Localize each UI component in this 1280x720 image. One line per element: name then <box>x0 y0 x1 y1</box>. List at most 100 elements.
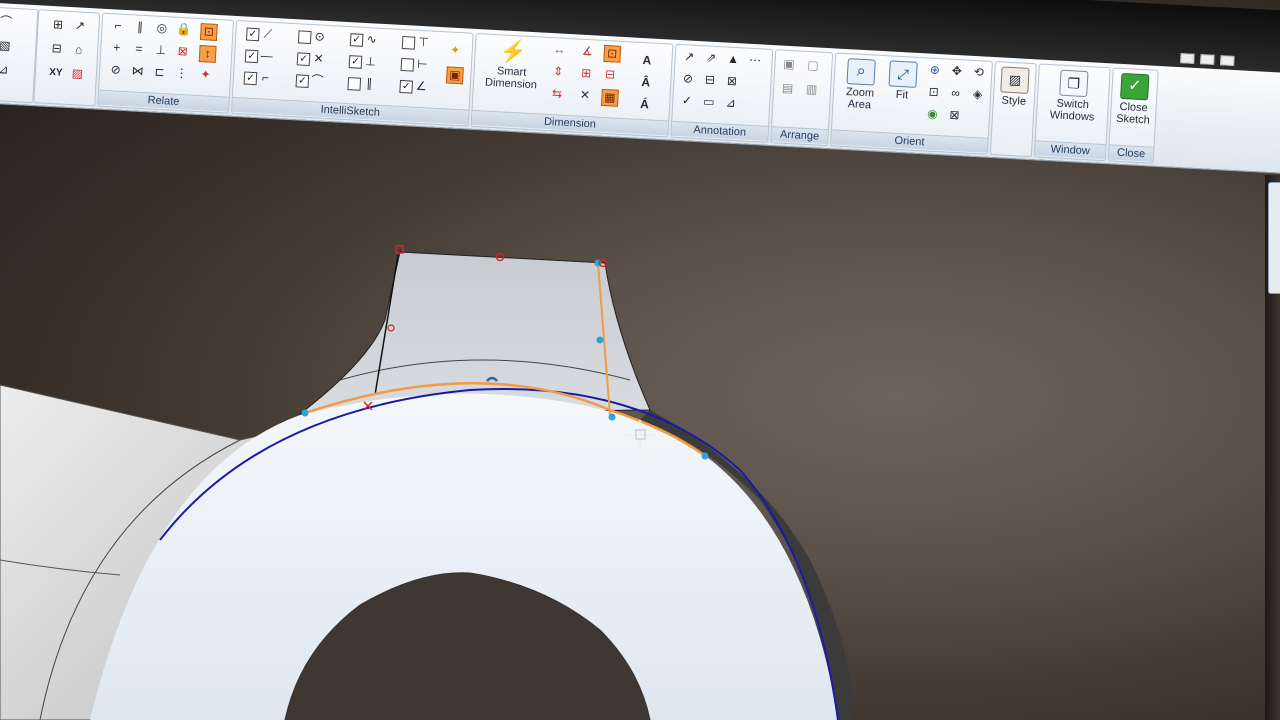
dimension-axis-icon[interactable]: ▦ <box>600 88 619 107</box>
ribbon-group-label: Close <box>1108 144 1154 162</box>
horizontal-vertical-icon[interactable]: ⊥ <box>153 43 169 59</box>
close-window-button[interactable] <box>1220 55 1235 67</box>
offset-icon[interactable]: ⊿ <box>0 62 11 78</box>
handle-point[interactable] <box>608 413 616 421</box>
ribbon-group-label: Arrange <box>771 126 829 145</box>
style-button[interactable]: ▨ Style <box>997 66 1031 108</box>
angle-dim-icon[interactable]: ∡ <box>579 44 595 60</box>
grid-red-icon[interactable]: ▨ <box>70 66 86 82</box>
annotation-more-icon[interactable]: ⋯ <box>747 53 763 69</box>
diameter-icon[interactable]: ⇆ <box>549 86 565 102</box>
named-view-icon[interactable]: ◉ <box>925 106 941 122</box>
spin-icon[interactable]: ∞ <box>948 86 964 102</box>
coordinate-icon[interactable]: ⇕ <box>550 64 566 80</box>
intellisketch-checkbox[interactable]: ✓ <box>399 79 414 94</box>
symmetric-icon[interactable]: ⋈ <box>130 63 146 79</box>
chain-icon[interactable]: ⊟ <box>602 67 618 83</box>
fit-button[interactable]: ⤢ Fit <box>884 60 922 102</box>
view-icon[interactable]: ⊡ <box>926 84 942 100</box>
lock-icon[interactable]: 🔒 <box>176 22 192 38</box>
ribbon-group-relate: ⌐ ∥ ◎ 🔒 ⊡ + = ⊥ ⊠ ↕ ⊘ ⋈ ⊏ ⋮ ✦ Relate <box>97 12 235 114</box>
edge-condition-icon[interactable]: ⊿ <box>723 95 739 111</box>
feature-control-icon[interactable]: ⊠ <box>724 73 740 89</box>
intellisketch-checkbox[interactable]: ✓ <box>295 74 310 88</box>
tag-icon[interactable]: ⌂ <box>71 42 87 58</box>
hatch-icon[interactable]: ▧ <box>0 38 13 54</box>
intellisketch-checkbox[interactable]: ✓ <box>349 33 364 47</box>
relation-assistant-icon[interactable]: ⋮ <box>174 66 190 82</box>
zoom-area-button[interactable]: ⌕ Zoom Area <box>839 58 882 112</box>
send-back-icon[interactable]: ▢ <box>805 58 821 74</box>
text-angle-icon[interactable]: Á <box>637 97 653 113</box>
grid-snap-icon[interactable]: ⊟ <box>49 41 65 57</box>
tangent-point-icon: ⊤ <box>418 34 430 50</box>
close-sketch-button[interactable]: ✓ Close Sketch <box>1115 72 1154 127</box>
intellisketch-checkbox[interactable] <box>401 35 416 50</box>
xy-icon[interactable]: XY <box>46 65 67 81</box>
rigid-set-icon[interactable]: ⊠ <box>175 44 191 60</box>
distance-icon[interactable]: ↔ <box>552 42 568 58</box>
intellisketch-checkbox[interactable]: ✓ <box>245 27 260 42</box>
intellisketch-checkbox[interactable]: ✓ <box>348 55 363 69</box>
smart-dimension-label: Smart Dimension <box>484 65 538 92</box>
ungroup-icon[interactable]: ▥ <box>804 82 820 98</box>
intellisketch-checkbox[interactable]: ✓ <box>243 71 258 86</box>
tangent-icon[interactable]: ⊘ <box>108 62 124 78</box>
callout-icon[interactable]: ⇗ <box>703 50 719 66</box>
cross-icon[interactable]: ✕ <box>577 88 593 104</box>
previous-view-icon[interactable]: ⊠ <box>947 108 963 124</box>
search-note-icon[interactable]: ⊘ <box>680 71 696 87</box>
handle-point[interactable] <box>596 336 604 344</box>
datum-icon[interactable]: ▭ <box>701 94 717 110</box>
minimize-button[interactable] <box>1180 53 1195 64</box>
look-at-icon[interactable]: ◈ <box>970 87 986 103</box>
balloon-icon[interactable]: ▲ <box>725 52 741 68</box>
weld-icon[interactable]: ✓ <box>679 93 695 109</box>
maintain-relations-icon[interactable]: ↕ <box>198 45 217 63</box>
intersection-icon: ✕ <box>313 51 324 66</box>
bring-front-icon[interactable]: ▣ <box>781 57 797 73</box>
line-end-icon: ⟋ <box>263 26 273 41</box>
ribbon-group-label: Window <box>1034 140 1106 160</box>
intellisketch-checkbox[interactable] <box>400 57 415 72</box>
intellisketch-checkbox[interactable]: ✓ <box>296 52 311 67</box>
intellisketch-checkbox[interactable]: ✓ <box>244 49 259 64</box>
smart-dimension-button[interactable]: ⚡ Smart Dimension <box>478 38 547 91</box>
curve-icon[interactable]: ⌒ <box>0 14 14 30</box>
fit-label: Fit <box>895 88 909 102</box>
text-icon[interactable]: A <box>639 53 655 69</box>
switch-windows-button[interactable]: ❐ Switch Windows <box>1041 69 1106 124</box>
equal-icon[interactable]: = <box>131 41 147 57</box>
pan-icon[interactable]: ✥ <box>949 64 965 80</box>
ribbon-group-annotation: ↗ ⇗ ▲ ⋯ ⊘ ⊟ ⊠ ✓ ▭ ⊿ Annotation <box>670 43 774 143</box>
intellisketch-checkbox[interactable] <box>347 77 362 91</box>
sketch-view-icon[interactable]: ▣ <box>445 66 464 85</box>
arrow-icon[interactable]: ↗ <box>72 18 88 34</box>
connect-icon[interactable]: ⌐ <box>110 18 126 34</box>
dimension-style-icon[interactable]: ⊡ <box>603 44 622 63</box>
parallel-icon[interactable]: ∥ <box>132 19 148 35</box>
surface-texture-icon[interactable]: ⊟ <box>702 72 718 88</box>
restore-button[interactable] <box>1200 54 1215 65</box>
relation-handles-icon[interactable]: ⊡ <box>199 23 218 41</box>
collinear-icon[interactable]: ⊏ <box>152 65 168 81</box>
intellisketch-checkbox[interactable] <box>297 30 312 45</box>
concentric-icon[interactable]: ◎ <box>154 21 170 37</box>
ribbon-group-label: Dimension <box>471 109 669 136</box>
handle-point[interactable] <box>301 409 309 417</box>
perpendicular-point-icon: ⊥ <box>364 54 377 69</box>
horizontal-icon: — <box>260 48 274 63</box>
switch-windows-label: Switch Windows <box>1049 97 1095 124</box>
bulb-icon[interactable]: ✦ <box>447 42 463 58</box>
symmetric-dim-icon[interactable]: ⊞ <box>578 66 594 82</box>
text-size-icon[interactable]: Â <box>638 75 654 91</box>
handle-point[interactable] <box>701 452 709 460</box>
relation-colors-icon[interactable]: ✦ <box>198 67 214 83</box>
grid-icon[interactable]: ⊞ <box>50 17 66 33</box>
zoom-icon[interactable]: ⊕ <box>927 62 943 78</box>
lightning-dimension-icon: ⚡ <box>499 38 528 65</box>
perpendicular-icon[interactable]: + <box>109 40 125 56</box>
leader-icon[interactable]: ↗ <box>681 49 697 65</box>
group-icon[interactable]: ▤ <box>780 80 796 96</box>
rotate-icon[interactable]: ⟲ <box>971 65 987 81</box>
